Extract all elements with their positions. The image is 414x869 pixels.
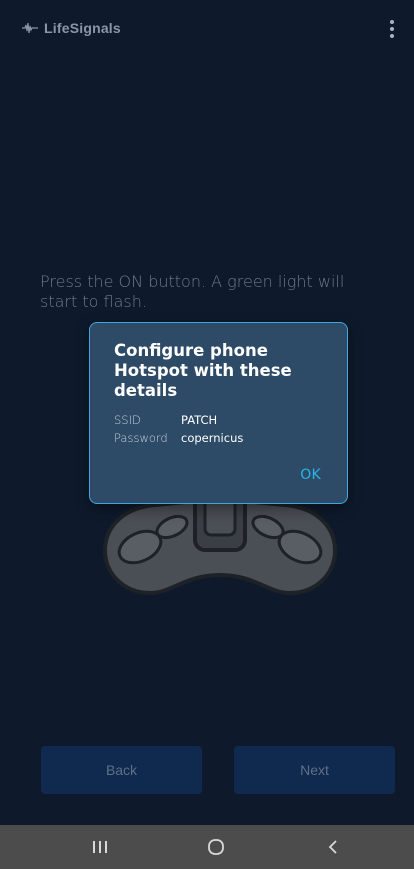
brand-name: LifeSignals bbox=[44, 20, 121, 36]
dialog-title: Configure phone Hotspot with these detai… bbox=[114, 341, 292, 400]
detail-row-password: Password copernicus bbox=[114, 429, 323, 447]
home-icon[interactable] bbox=[186, 825, 246, 869]
recents-icon[interactable] bbox=[70, 825, 130, 869]
password-label: Password bbox=[114, 431, 168, 445]
ssid-label: SSID bbox=[114, 413, 141, 427]
heartbeat-logo-icon bbox=[22, 22, 38, 34]
screen: LifeSignals Press the ON button. A green… bbox=[0, 0, 414, 869]
back-button[interactable]: Back bbox=[41, 746, 202, 794]
detail-row-ssid: SSID PATCH bbox=[114, 411, 323, 429]
instruction-text: Press the ON button. A green light will … bbox=[40, 272, 345, 311]
more-vert-icon[interactable] bbox=[380, 14, 404, 44]
brand: LifeSignals bbox=[22, 20, 121, 36]
back-icon[interactable] bbox=[303, 825, 363, 869]
next-button[interactable]: Next bbox=[234, 746, 395, 794]
password-value: copernicus bbox=[181, 431, 244, 445]
ok-button[interactable]: OK bbox=[300, 467, 321, 483]
app-bar: LifeSignals bbox=[0, 0, 414, 60]
system-nav-bar bbox=[0, 825, 414, 869]
hotspot-dialog: Configure phone Hotspot with these detai… bbox=[89, 322, 348, 504]
ssid-value: PATCH bbox=[181, 413, 218, 427]
